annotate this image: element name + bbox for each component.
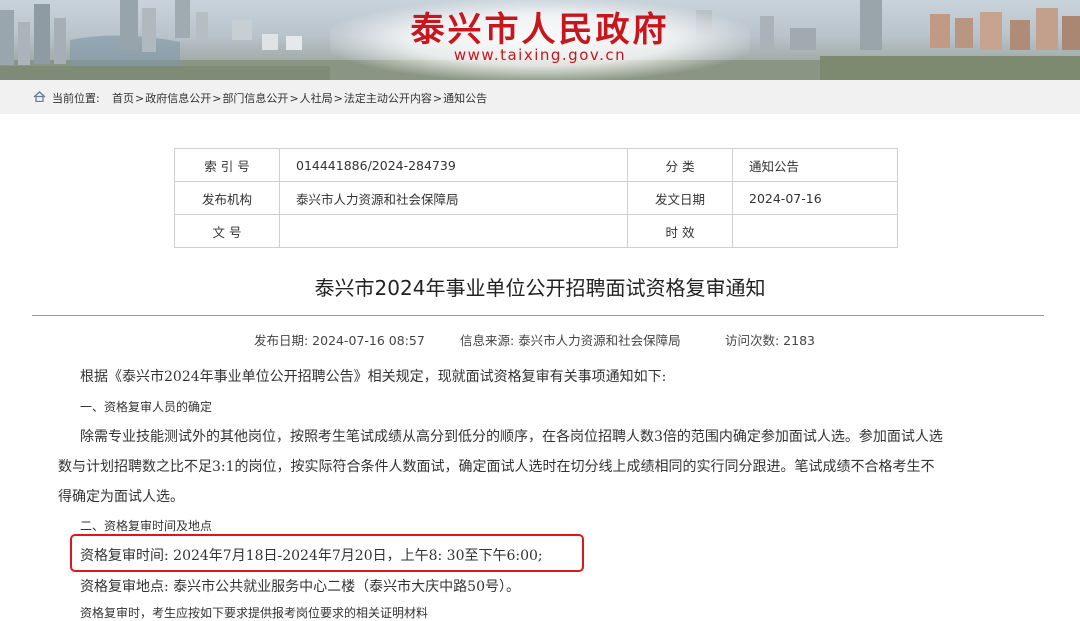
index-value: 014441886/2024-284739 [279,148,628,182]
breadcrumb-separator: > [212,92,222,105]
category-value: 通知公告 [732,148,898,182]
publish-date: 发布日期: 2024-07-16 08:57 [254,333,425,348]
breadcrumb-item-home[interactable]: 首页 [112,92,134,105]
validity-value [732,214,898,248]
breadcrumb-item-dept-info[interactable]: 部门信息公开 [222,92,288,105]
document-meta-table: 索 引 号 014441886/2024-284739 分 类 通知公告 发布机… [174,148,898,248]
table-row: 索 引 号 014441886/2024-284739 分 类 通知公告 [174,148,898,182]
section-heading: 一、资格复审人员的确定 [80,400,213,414]
article-title: 泰兴市2024年事业单位公开招聘面试资格复审通知 [314,276,766,300]
category-label: 分 类 [627,148,733,182]
home-icon[interactable] [33,91,46,102]
breadcrumb-item-notices[interactable]: 通知公告 [443,92,487,105]
paragraph-line: 除需专业技能测试外的其他岗位，按照考生笔试成绩从高分到低分的顺序，在各岗位招聘人… [80,429,943,445]
issue-date-label: 发文日期 [627,181,733,215]
review-place-text: 资格复审地点: 泰兴市公共就业服务中心二楼（泰兴市大庆中路50号）。 [80,579,520,595]
site-title[interactable]: 泰兴市人民政府 [0,2,1080,51]
table-row: 发布机构 泰兴市人力资源和社会保障局 发文日期 2024-07-16 [174,181,898,215]
site-banner: 泰兴市人民政府 www.taixing.gov.cn [0,0,1080,80]
visit-count: 访问次数: 2183 [725,333,815,348]
intro-paragraph: 根据《泰兴市2024年事业单位公开招聘公告》相关规定，现就面试资格复审有关事项通… [80,369,667,385]
issue-date-value: 2024-07-16 [732,181,898,215]
publisher-value: 泰兴市人力资源和社会保障局 [279,181,628,215]
breadcrumb-item-statutory-content[interactable]: 法定主动公开内容 [344,92,432,105]
breadcrumb-separator: > [289,92,299,105]
breadcrumb-separator: > [432,92,443,105]
breadcrumb-label: 当前位置: [52,92,100,105]
info-source: 信息来源: 泰兴市人力资源和社会保障局 [460,333,681,348]
breadcrumb-item-gov-info[interactable]: 政府信息公开 [145,92,211,105]
highlight-annotation [70,534,584,572]
breadcrumb-separator: > [135,92,145,105]
section-heading: 二、资格复审时间及地点 [80,519,213,533]
paragraph-line: 数与计划招聘数之比不足3:1的岗位，按实际符合条件人数面试，确定面试人选时在切分… [58,459,935,475]
doc-number-value [279,214,628,248]
breadcrumb-item-hrss-bureau[interactable]: 人社局 [300,92,333,105]
publisher-label: 发布机构 [174,181,280,215]
table-row: 文 号 时 效 [174,214,898,248]
site-url[interactable]: www.taixing.gov.cn [0,46,1080,64]
validity-label: 时 效 [627,214,733,248]
paragraph-line: 资格复审时，考生应按如下要求提供报考岗位要求的相关证明材料 [80,606,429,620]
breadcrumb: 当前位置: 首页>政府信息公开>部门信息公开>人社局>法定主动公开内容>通知公告 [0,80,1080,114]
paragraph-line: 得确定为面试人选。 [58,489,184,505]
breadcrumb-separator: > [333,92,343,105]
title-divider [32,315,1044,316]
index-label: 索 引 号 [174,148,280,182]
doc-number-label: 文 号 [174,214,280,248]
